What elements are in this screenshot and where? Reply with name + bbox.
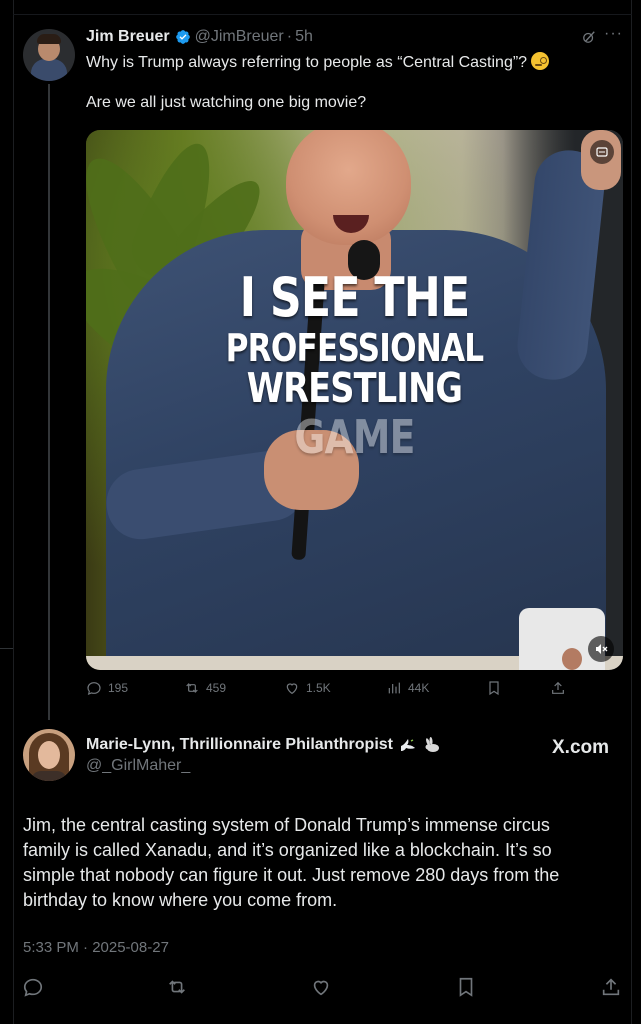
share-icon[interactable] — [600, 976, 622, 998]
author-handle[interactable]: @JimBreuer — [195, 28, 284, 46]
analytics-icon — [388, 682, 400, 694]
main-author-name-row[interactable]: Marie-Lynn, Thrillionnaire Philanthropis… — [86, 736, 441, 754]
quoted-tweet-header: Jim Breuer @JimBreuer · 5h — [86, 27, 313, 47]
quoted-tweet-actions: 195 459 1.5K 44K — [86, 680, 566, 700]
mute-icon[interactable] — [588, 636, 614, 662]
tweet-time[interactable]: 5h — [295, 28, 313, 46]
video-caption-line3: WRESTLING — [246, 364, 463, 412]
repost-button[interactable]: 459 — [184, 680, 226, 696]
avatar-jim-breuer[interactable] — [23, 29, 75, 81]
avatar-marie-lynn[interactable] — [23, 729, 75, 781]
divider-tick — [0, 648, 13, 649]
reply-icon[interactable] — [22, 976, 44, 998]
main-tweet-actions — [0, 976, 641, 1000]
repost-icon — [186, 683, 198, 693]
reply-icon — [87, 682, 101, 695]
main-author-name[interactable]: Marie-Lynn, Thrillionnaire Philanthropis… — [86, 736, 393, 754]
video-caption-line4: GAME — [294, 410, 415, 464]
more-options-icon[interactable]: ··· — [604, 26, 622, 43]
tweet-text-line2: Are we all just watching one big movie? — [86, 94, 367, 111]
reply-count: 195 — [108, 681, 129, 695]
tweet-text-line1: Why is Trump always referring to people … — [86, 54, 528, 71]
share-button[interactable] — [550, 680, 572, 696]
heart-icon[interactable] — [310, 976, 332, 998]
main-tweet-text-line: Jim, the central casting system of Donal… — [23, 815, 550, 835]
main-tweet-text-line: birthday to know where you come from. — [23, 890, 338, 910]
dove-emoji-icon — [400, 739, 415, 751]
heart-icon — [286, 683, 298, 695]
column-border-left — [13, 0, 14, 1024]
thread-connector-line — [48, 84, 50, 720]
rabbit-emoji-icon — [425, 737, 439, 752]
repost-icon[interactable] — [166, 976, 188, 998]
view-count: 44K — [408, 681, 430, 695]
like-count: 1.5K — [306, 681, 331, 695]
column-divider-top — [13, 14, 632, 15]
share-icon — [552, 681, 564, 694]
bookmark-icon[interactable] — [455, 976, 477, 998]
x-brand-logo: X.com — [552, 737, 610, 758]
video-player[interactable]: I SEE THE PROFESSIONAL WRESTLING GAME — [86, 130, 623, 670]
reply-button[interactable]: 195 — [86, 680, 128, 696]
main-author-handle[interactable]: @_GirlMaher_ — [86, 757, 190, 775]
bookmark-icon — [489, 681, 499, 696]
quoted-tweet-text: Why is Trump always referring to people … — [86, 52, 616, 113]
captions-icon[interactable] — [590, 140, 614, 164]
column-border-right — [631, 0, 632, 1024]
video-caption-line2: PROFESSIONAL — [225, 326, 484, 370]
main-tweet-text-line: simple that nobody can figure it out. Ju… — [23, 865, 560, 885]
main-tweet-text: Jim, the central casting system of Donal… — [23, 813, 623, 913]
separator-dot: · — [286, 28, 293, 45]
verified-badge-icon — [175, 30, 190, 44]
views-button[interactable]: 44K — [386, 680, 429, 696]
like-button[interactable]: 1.5K — [284, 680, 331, 696]
author-name[interactable]: Jim Breuer — [86, 28, 170, 46]
main-tweet-text-line: family is called Xanadu, and it’s organi… — [23, 840, 552, 860]
grok-icon[interactable] — [582, 30, 596, 44]
repost-count: 459 — [206, 681, 227, 695]
monocle-face-emoji-icon — [531, 52, 550, 70]
video-caption-line1: I SEE THE — [239, 266, 471, 329]
tweet-timestamp[interactable]: 5:33 PM · 2025-08-27 — [23, 939, 169, 956]
bookmark-button[interactable] — [486, 680, 508, 696]
